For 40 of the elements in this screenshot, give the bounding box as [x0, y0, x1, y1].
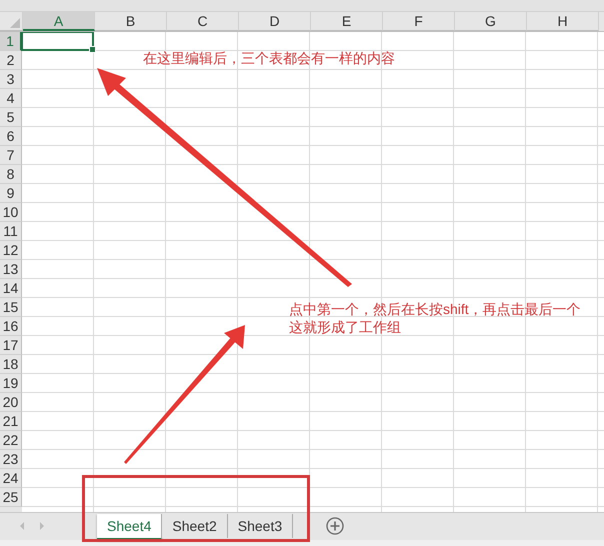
column-header[interactable]: H [527, 12, 599, 31]
row-header[interactable]: 10 [0, 203, 22, 222]
row-header[interactable]: 8 [0, 165, 22, 184]
row-header[interactable]: 16 [0, 317, 22, 336]
column-header[interactable]: G [455, 12, 527, 31]
row-header[interactable]: 18 [0, 355, 22, 374]
row-header[interactable]: 2 [0, 51, 22, 70]
column-header[interactable]: D [239, 12, 311, 31]
column-header[interactable]: B [95, 12, 167, 31]
annotation-text: 这就形成了工作组 [289, 318, 402, 336]
add-sheet-icon[interactable] [326, 517, 344, 535]
row-header[interactable]: 25 [0, 488, 22, 507]
row-header[interactable]: 3 [0, 70, 22, 89]
row-header[interactable]: 4 [0, 89, 22, 108]
row-header[interactable]: 15 [0, 298, 22, 317]
row-header[interactable]: 19 [0, 374, 22, 393]
column-header[interactable]: A [23, 12, 95, 31]
row-header[interactable]: 9 [0, 184, 22, 203]
row-header[interactable]: 23 [0, 450, 22, 469]
row-header[interactable]: 6 [0, 127, 22, 146]
cell-grid[interactable] [22, 32, 604, 512]
row-header[interactable]: 14 [0, 279, 22, 298]
sheet-tab[interactable]: Sheet4 [97, 514, 162, 540]
column-header[interactable]: F [383, 12, 455, 31]
row-header[interactable]: 11 [0, 222, 22, 241]
row-header[interactable]: 22 [0, 431, 22, 450]
row-header[interactable]: 1 [0, 32, 22, 51]
row-header[interactable]: 5 [0, 108, 22, 127]
row-header[interactable]: 13 [0, 260, 22, 279]
annotation-text: 在这里编辑后，三个表都会有一样的内容 [143, 49, 395, 67]
row-header[interactable]: 12 [0, 241, 22, 260]
row-header[interactable]: 7 [0, 146, 22, 165]
active-cell[interactable] [21, 32, 94, 51]
column-header[interactable]: C [167, 12, 239, 31]
row-header[interactable]: 21 [0, 412, 22, 431]
row-header[interactable]: 20 [0, 393, 22, 412]
column-header[interactable]: E [311, 12, 383, 31]
row-header[interactable]: 24 [0, 469, 22, 488]
row-header[interactable]: 17 [0, 336, 22, 355]
annotation-text: 点中第一个，然后在长按shift，再点击最后一个 [289, 300, 581, 318]
